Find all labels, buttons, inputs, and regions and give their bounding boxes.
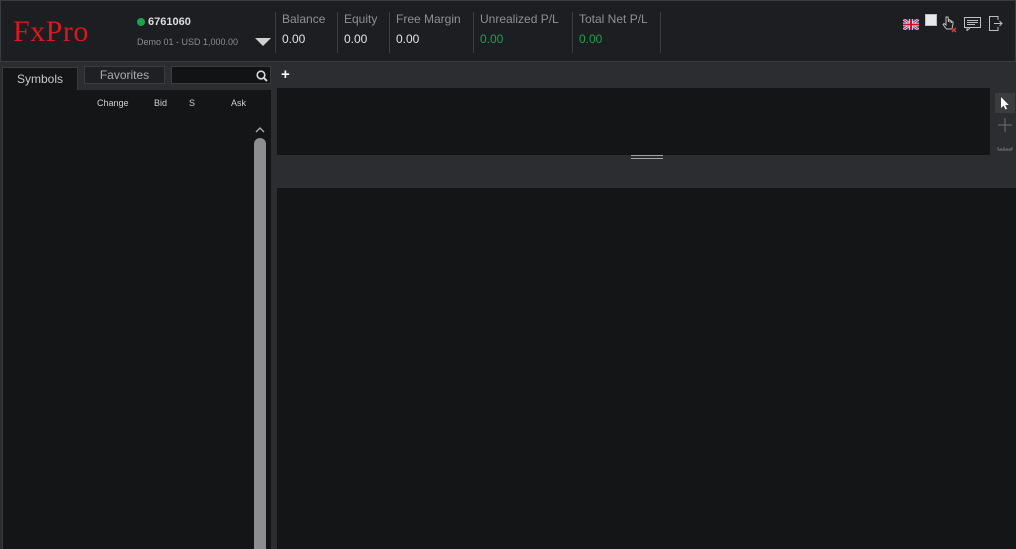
window-icon[interactable] [925,13,937,26]
metric-label: Total Net P/L [579,12,648,26]
metric-label: Free Margin [396,12,461,26]
metric-label: Balance [282,12,326,26]
hand-cursor-icon[interactable] [941,15,957,33]
symbols-list: Change Bid S Ask [2,90,271,549]
metric-value: 0.00 [579,32,603,46]
metric-value: 0.00 [480,32,504,46]
fxpro-logo: FxPro [13,15,89,48]
crosshair-icon[interactable] [995,115,1015,135]
add-chart-tab-button[interactable]: + [281,66,295,84]
column-header-ask[interactable]: Ask [231,98,246,108]
uk-flag-icon[interactable] [902,17,920,31]
logout-icon[interactable] [989,16,1003,31]
metric-value: 0.00 [344,32,368,46]
scrollbar-thumb[interactable] [254,138,266,549]
tab-symbols[interactable]: Symbols [2,67,78,90]
column-header-spread[interactable]: S [189,98,195,108]
metric-label: Equity [344,12,378,26]
metric-value: 0.00 [396,32,420,46]
message-icon[interactable] [964,17,981,32]
search-icon[interactable] [256,69,268,82]
metric-unrealized-pl: Unrealized P/L 0.00 [473,12,559,53]
chart-pane-top[interactable] [277,88,990,155]
account-dropdown-icon[interactable] [255,38,271,46]
account-number[interactable]: 6761060 [148,16,191,28]
account-description[interactable]: Demo 01 - USD 1,000.00 [137,37,238,47]
scrollbar[interactable] [254,138,266,549]
pane-splitter-handle[interactable] [631,155,663,160]
metric-value: 0.00 [282,32,306,46]
chart-pane-bottom[interactable] [277,188,1016,549]
metric-free-margin: Free Margin 0.00 [389,12,461,53]
top-header: FxPro 6761060 Demo 01 - USD 1,000.00 Bal… [0,0,1016,62]
tab-favorites[interactable]: Favorites [84,66,165,84]
metric-equity: Equity 0.00 [337,12,377,53]
column-header-change[interactable]: Change [97,98,129,108]
ruler-icon[interactable] [995,138,1015,158]
scroll-up-icon[interactable] [253,122,267,133]
symbols-panel: Symbols Favorites Change Bid S Ask [0,62,273,549]
header-icons [901,13,1011,33]
metric-total-net-pl: Total Net P/L 0.00 [572,12,661,53]
metric-label: Unrealized P/L [480,12,559,26]
account-status-dot [137,18,145,26]
metric-balance: Balance 0.00 [275,12,325,53]
pointer-icon[interactable] [995,93,1015,113]
column-header-bid[interactable]: Bid [154,98,167,108]
